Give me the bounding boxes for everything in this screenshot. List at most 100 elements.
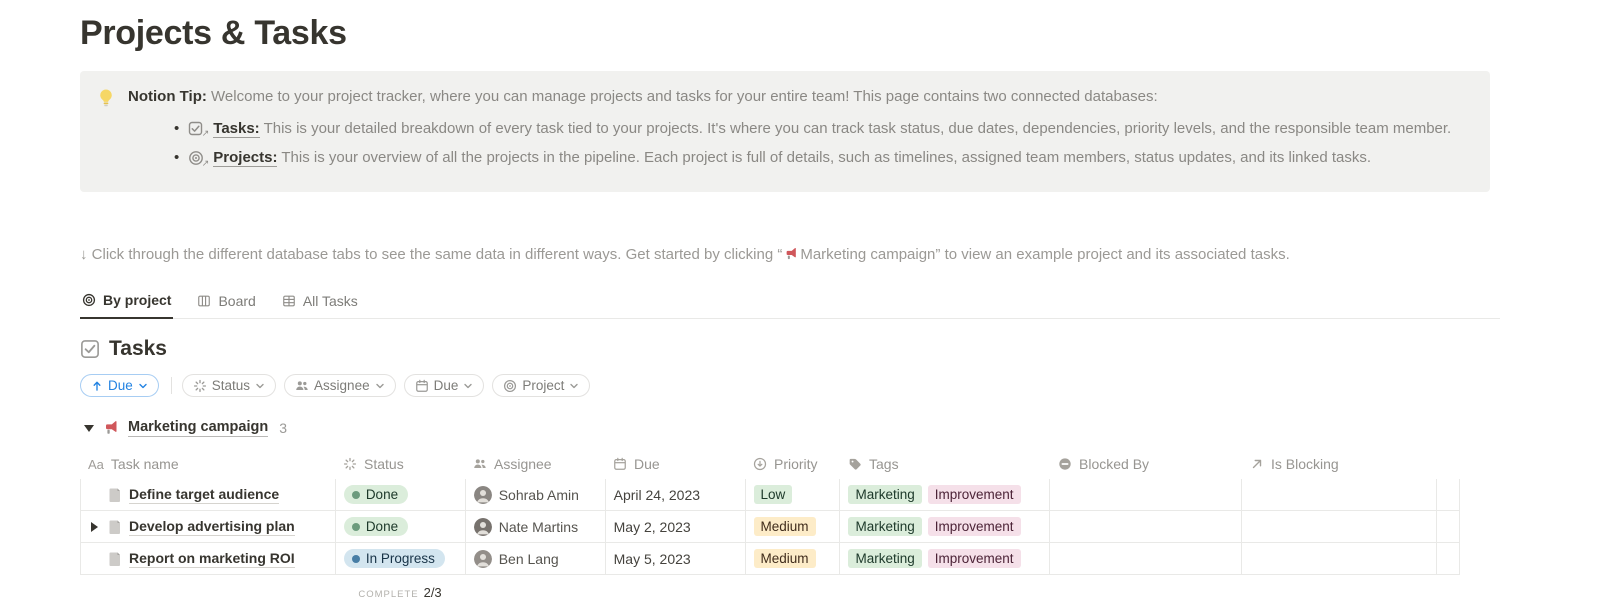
hint-text-link: Marketing campaign [800,246,935,263]
due-date: May 5, 2023 [614,551,691,567]
tasks-link[interactable]: Tasks: [213,120,259,138]
tab-board[interactable]: Board [195,288,257,318]
text-property-icon: Aa [88,457,104,472]
tip-text: Welcome to your project tracker, where y… [207,88,1158,105]
table-row: Develop advertising plan Done Nate Marti… [80,511,1460,543]
chevron-down-icon [463,381,473,391]
column-header-due[interactable]: Due [605,456,745,472]
task-name-cell[interactable]: Report on marketing ROI [81,543,336,574]
status-pill: Done [344,485,408,504]
priority-cell[interactable]: Medium [746,511,841,542]
column-header-label: Blocked By [1079,456,1149,472]
column-header-label: Due [634,456,660,472]
priority-chip: Low [754,485,793,504]
tab-all-tasks[interactable]: All Tasks [280,288,360,318]
column-header-is-blocking[interactable]: Is Blocking [1242,456,1437,472]
assignee-name: Nate Martins [499,519,578,535]
column-header-label: Tags [869,456,899,472]
tag-chip: Improvement [928,485,1021,504]
megaphone-icon [784,247,798,261]
task-name-cell[interactable]: Develop advertising plan [81,511,336,542]
link-arrow-icon: ↗ [202,157,210,171]
row-end-cell[interactable] [1437,543,1460,574]
blocked-by-cell[interactable] [1050,511,1242,542]
chevron-down-icon [255,381,265,391]
assignee-cell[interactable]: Sohrab Amin [466,479,606,510]
task-name-cell[interactable]: Define target audience [81,479,336,510]
collapse-toggle-icon[interactable] [84,425,94,432]
status-cell[interactable]: Done [336,479,466,510]
tags-cell[interactable]: MarketingImprovement [840,543,1050,574]
column-header-label: Task name [111,456,179,472]
hint-text-after: ” to view an example project and its ass… [935,246,1289,263]
filter-project-pill[interactable]: Project [492,374,590,397]
assignee-cell[interactable]: Nate Martins [466,511,606,542]
filter-status-pill[interactable]: Status [182,374,276,397]
task-title-link[interactable]: Define target audience [129,486,279,504]
is-blocking-cell[interactable] [1242,479,1437,510]
link-arrow-icon: ↗ [202,127,210,141]
tags-cell[interactable]: MarketingImprovement [840,511,1050,542]
filter-label: Due [434,378,459,393]
blocked-by-cell[interactable] [1050,479,1242,510]
tip-paragraph: Notion Tip: Welcome to your project trac… [128,86,1451,109]
complete-calculation[interactable]: COMPLETE2/3 [335,584,465,597]
group-count: 3 [279,420,287,436]
column-header-status[interactable]: Status [335,456,465,472]
sort-due-pill[interactable]: Due [80,374,159,397]
column-header-tags[interactable]: Tags [840,456,1050,472]
is-blocking-cell[interactable] [1242,543,1437,574]
chevron-down-icon [138,381,148,391]
column-header-task-name[interactable]: Aa Task name [80,456,335,472]
assignee-name: Sohrab Amin [499,487,579,503]
column-header-blocked-by[interactable]: Blocked By [1050,456,1242,472]
bullet-marker: • [174,118,179,141]
tags-cell[interactable]: MarketingImprovement [840,479,1050,510]
sort-label: Due [108,378,133,393]
priority-chip: Medium [754,517,816,536]
row-end-cell[interactable] [1437,479,1460,510]
due-cell[interactable]: May 2, 2023 [606,511,746,542]
chevron-down-icon [375,381,385,391]
group-title-link[interactable]: Marketing campaign [128,419,268,437]
blocked-by-cell[interactable] [1050,543,1242,574]
task-title-link[interactable]: Develop advertising plan [129,518,295,536]
tab-by-project[interactable]: By project [80,288,173,319]
page-icon [107,551,123,567]
target-icon [503,379,517,393]
projects-link[interactable]: Projects: [213,149,277,167]
column-header-assignee[interactable]: Assignee [465,456,605,472]
avatar [474,486,492,504]
due-cell[interactable]: April 24, 2023 [606,479,746,510]
task-title-link[interactable]: Report on marketing ROI [129,550,295,568]
calc-value: 2/3 [424,585,442,597]
column-header-priority[interactable]: Priority [745,456,840,472]
chevron-down-icon [569,381,579,391]
calendar-icon [415,379,429,393]
status-label: In Progress [366,551,435,566]
table-row: Report on marketing ROI In Progress Ben … [80,543,1460,575]
list-item: • ↗ Projects: This is your overview of a… [174,147,1451,170]
board-icon [197,294,211,308]
due-cell[interactable]: May 5, 2023 [606,543,746,574]
filter-label: Assignee [314,378,370,393]
status-cell[interactable]: In Progress [336,543,466,574]
notion-page: Projects & Tasks Notion Tip: Welcome to … [0,0,1600,597]
tip-label: Notion Tip: [128,88,207,105]
page-icon [107,487,123,503]
assignee-cell[interactable]: Ben Lang [466,543,606,574]
filter-assignee-pill[interactable]: Assignee [284,374,396,397]
tab-label: Board [218,293,255,309]
avatar [474,518,492,536]
row-end-cell[interactable] [1437,511,1460,542]
status-burst-icon [193,379,207,393]
status-cell[interactable]: Done [336,511,466,542]
is-blocking-cell[interactable] [1242,511,1437,542]
priority-cell[interactable]: Medium [746,543,841,574]
tag-chip: Improvement [928,517,1021,536]
table-footer-row: COMPLETE2/3 [80,584,1460,597]
priority-cell[interactable]: Low [746,479,841,510]
expand-toggle-icon[interactable] [91,522,98,532]
filter-due-pill[interactable]: Due [404,374,485,397]
no-entry-icon [1058,457,1072,471]
